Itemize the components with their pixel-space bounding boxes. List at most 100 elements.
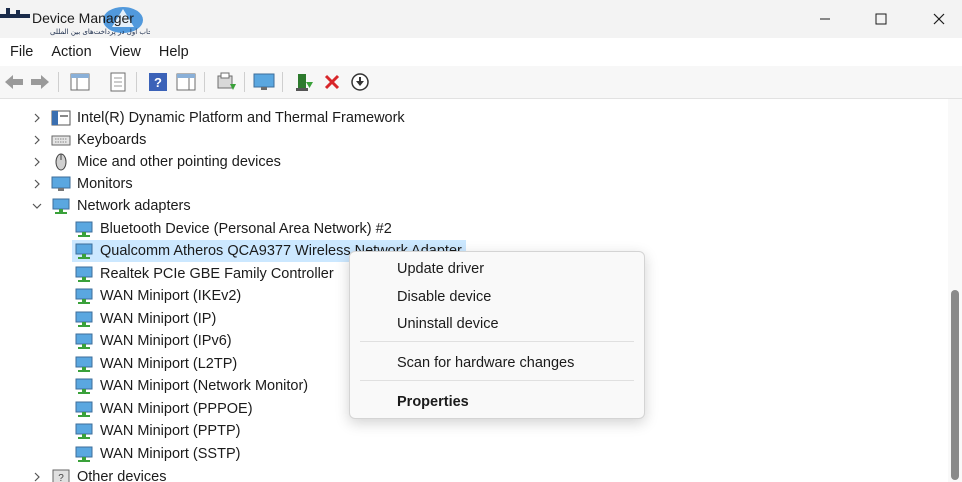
tree-device-wan-ikev2[interactable]: WAN Miniport (IKEv2) [74,285,241,307]
tree-category-label: Network adapters [77,198,191,214]
tree-category-monitors[interactable]: Monitors [0,173,133,195]
close-icon [933,13,945,25]
tree-category-other-devices[interactable]: ? Other devices [0,466,166,482]
tree-device-label: WAN Miniport (Network Monitor) [100,378,309,394]
network-adapter-icon [75,311,93,327]
network-adapter-icon [75,356,93,372]
monitor-icon [51,176,71,191]
tree-device-wan-l2tp[interactable]: WAN Miniport (L2TP) [74,353,237,375]
tree-category-mice[interactable]: Mice and other pointing devices [0,151,281,173]
unknown-device-icon: ? [52,469,70,482]
toolbar-separator [282,72,283,92]
tree-device-wan-pptp[interactable]: WAN Miniport (PPTP) [74,420,240,442]
tree-device-wan-sstp[interactable]: WAN Miniport (SSTP) [74,443,240,465]
chip-icon [51,110,71,126]
tree-category-intel-dptf[interactable]: Intel(R) Dynamic Platform and Thermal Fr… [0,107,405,129]
monitor-button[interactable] [252,70,276,94]
tree-device-label: WAN Miniport (PPPOE) [100,401,253,417]
context-menu: Update driver Disable device Uninstall d… [349,251,645,419]
tree-device-label: Realtek PCIe GBE Family Controller [100,266,334,282]
chevron-right-icon [34,472,40,482]
action-pane-icon [176,73,196,91]
svg-text:?: ? [154,75,162,90]
chevron-down-icon [32,203,42,209]
window-title: Device Manager [32,10,134,26]
network-adapter-icon [75,401,93,417]
chevron-right-icon [34,135,40,145]
tree-device-wan-network-monitor[interactable]: WAN Miniport (Network Monitor) [74,375,308,397]
tree-device-label: WAN Miniport (IKEv2) [100,288,242,304]
tree-device-label: WAN Miniport (L2TP) [100,356,238,372]
network-adapter-icon [75,221,93,237]
back-icon [5,75,23,89]
forward-button[interactable] [28,70,52,94]
network-adapter-icon [75,378,93,394]
properties-button[interactable] [106,70,130,94]
maximize-icon [875,13,887,25]
menu-help[interactable]: Help [150,38,198,66]
tree-category-label: Other devices [77,469,167,482]
tree-device-wan-ip[interactable]: WAN Miniport (IP) [74,308,216,330]
network-icon [52,198,70,214]
uninstall-button[interactable] [320,70,344,94]
context-disable-device[interactable]: Disable device [350,284,644,310]
update-driver-icon [296,74,313,91]
help-button[interactable]: ? [146,70,170,94]
help-icon: ? [149,73,167,91]
context-uninstall-device[interactable]: Uninstall device [350,311,644,337]
toolbar-separator [58,72,59,92]
minimize-button[interactable] [796,0,854,38]
network-adapter-icon [75,446,93,462]
tree-device-label: Bluetooth Device (Personal Area Network)… [100,221,392,237]
uninstall-icon [324,74,340,90]
forward-icon [31,75,49,89]
tree-device-label: WAN Miniport (IP) [100,311,217,327]
tree-device-bluetooth-pan[interactable]: Bluetooth Device (Personal Area Network)… [74,218,392,240]
document-icon [110,72,126,92]
context-scan-hardware[interactable]: Scan for hardware changes [350,350,644,376]
action-pane-button[interactable] [174,70,198,94]
menu-file[interactable]: File [0,38,42,66]
svg-text:انتخاب اول در پرداخت‌های بین ا: انتخاب اول در پرداخت‌های بین المللی [50,28,150,36]
tree-category-label: Mice and other pointing devices [77,154,281,170]
tree-category-label: Intel(R) Dynamic Platform and Thermal Fr… [77,110,405,126]
menu-view[interactable]: View [101,38,150,66]
tree-category-network-adapters[interactable]: Network adapters [0,195,191,217]
tree-device-label: WAN Miniport (IPv6) [100,333,232,349]
context-separator [360,380,634,381]
tree-device-wan-pppoe[interactable]: WAN Miniport (PPPOE) [74,398,253,420]
update-driver-button[interactable] [292,70,316,94]
menu-action[interactable]: Action [42,38,100,66]
network-adapter-icon [75,288,93,304]
toolbar: ? [0,66,962,99]
tree-category-label: Keyboards [77,132,147,148]
tree-device-realtek-gbe[interactable]: Realtek PCIe GBE Family Controller [74,263,334,285]
minimize-icon [820,18,830,20]
scan-button[interactable] [214,70,238,94]
mouse-icon [55,153,67,171]
network-adapter-icon [75,333,93,349]
maximize-button[interactable] [852,0,910,38]
context-properties[interactable]: Properties [350,389,644,415]
toolbar-separator [136,72,137,92]
chevron-right-icon [34,157,40,167]
show-hide-console-tree-button[interactable] [68,70,92,94]
tree-device-label: WAN Miniport (SSTP) [100,446,241,462]
toolbar-separator [244,72,245,92]
chevron-right-icon [34,113,40,123]
back-button[interactable] [2,70,26,94]
scrollbar-thumb[interactable] [951,290,959,480]
tree-category-keyboards[interactable]: Keyboards [0,129,146,151]
network-adapter-icon [75,266,93,282]
keyboard-icon [51,135,71,146]
close-button[interactable] [910,0,962,38]
tree-category-label: Monitors [77,176,133,192]
toolbar-separator [204,72,205,92]
context-separator [360,341,634,342]
scan-icon [217,72,236,90]
context-update-driver[interactable]: Update driver [350,256,644,282]
tree-device-wan-ipv6[interactable]: WAN Miniport (IPv6) [74,330,232,352]
network-adapter-icon [75,423,93,439]
download-button[interactable] [348,70,372,94]
properties-pane-icon [70,73,90,91]
